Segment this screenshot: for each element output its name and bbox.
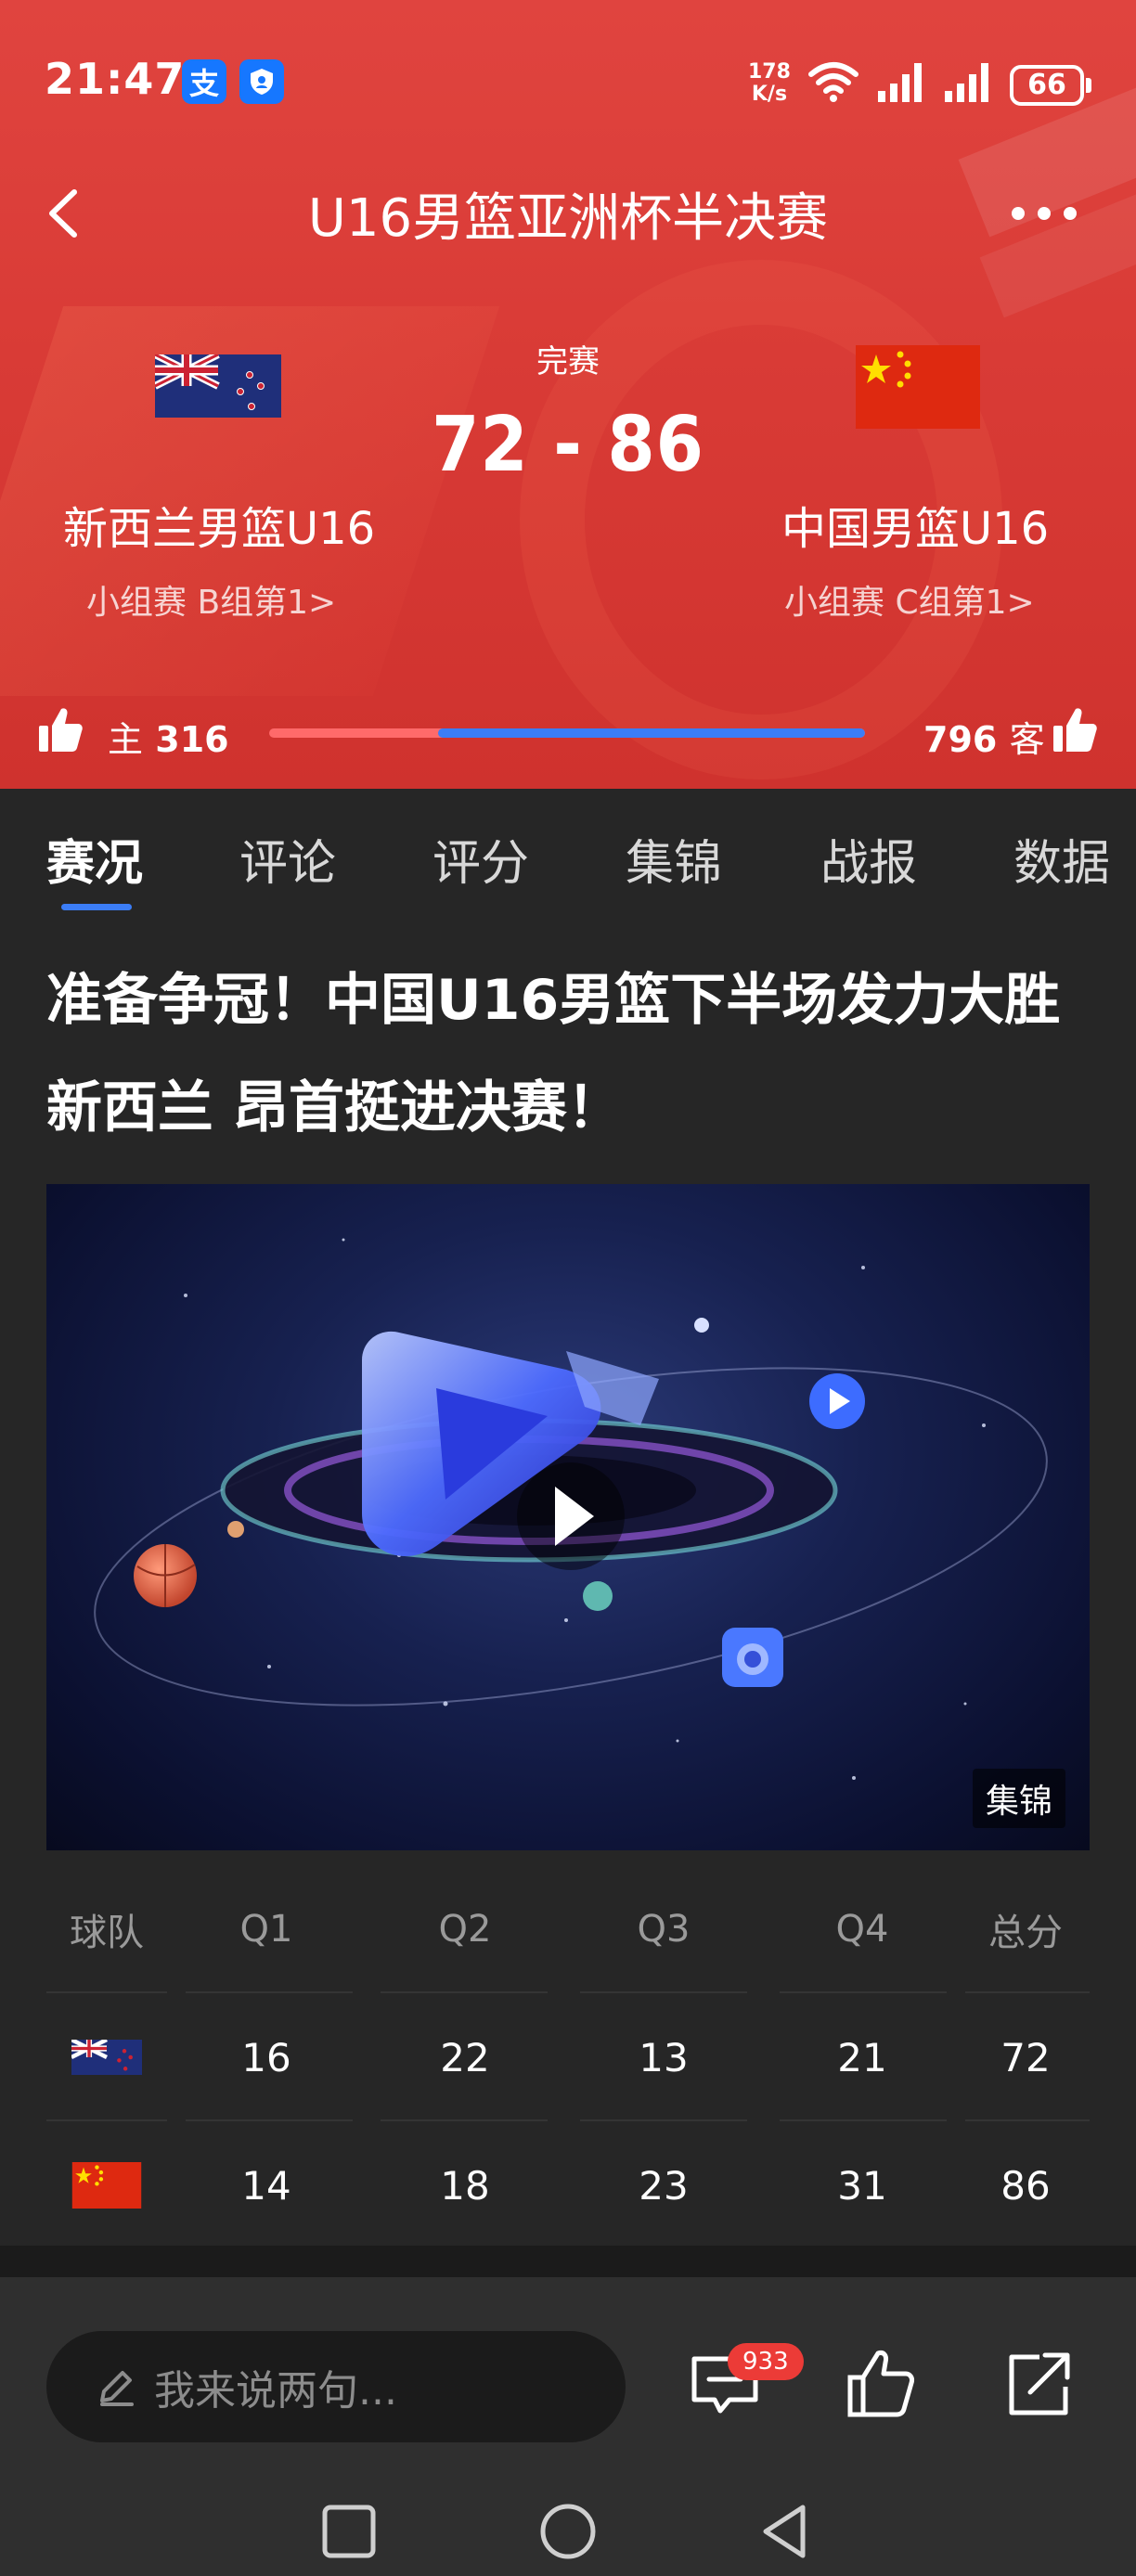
wifi-icon bbox=[808, 62, 858, 102]
home-vote-count: 316 bbox=[155, 719, 229, 760]
battery-indicator: 66 bbox=[1010, 65, 1091, 106]
away-vote-count: 796 bbox=[923, 719, 998, 760]
more-dot-icon bbox=[1012, 207, 1025, 220]
quarter-score-table: 球队 Q1 Q2 Q3 Q4 总分 16 22 13 21 72 14 18 2… bbox=[46, 1865, 1090, 2249]
comment-placeholder: 我来说两句... bbox=[154, 2367, 397, 2415]
table-header-q2: Q2 bbox=[438, 1908, 492, 1951]
total-score-cell: 86 bbox=[1000, 2162, 1051, 2209]
section-divider bbox=[0, 2246, 1136, 2277]
alipay-icon: 支 bbox=[182, 59, 226, 104]
active-tab-indicator bbox=[61, 904, 132, 910]
match-score: 72 - 86 bbox=[432, 401, 704, 489]
status-bar: 21:47 支 178 K/s 66 bbox=[0, 0, 1136, 167]
table-header-row: 球队 Q1 Q2 Q3 Q4 总分 bbox=[46, 1865, 1090, 1993]
comment-input[interactable]: 我来说两句... bbox=[46, 2331, 626, 2442]
home-icon[interactable] bbox=[538, 2502, 598, 2561]
away-team-group-link[interactable]: 小组赛 C组第1> bbox=[784, 575, 1035, 624]
more-dot-icon bbox=[1038, 207, 1051, 220]
new-zealand-flag-icon bbox=[71, 2040, 142, 2075]
match-detail-screen: 21:47 支 178 K/s 66 U16男篮亚洲杯半决赛 完赛 72 - 8… bbox=[0, 0, 1136, 2576]
more-dot-icon bbox=[1064, 207, 1077, 220]
table-header-q1: Q1 bbox=[239, 1908, 293, 1951]
tab-live[interactable]: 赛况 bbox=[46, 824, 143, 894]
chevron-left-icon bbox=[49, 189, 77, 238]
status-time: 21:47 bbox=[45, 54, 186, 104]
score-cell: 16 bbox=[241, 2034, 291, 2080]
score-cell: 31 bbox=[837, 2162, 887, 2209]
score-cell: 21 bbox=[837, 2034, 887, 2080]
total-score-cell: 72 bbox=[1000, 2034, 1051, 2080]
tab-comments[interactable]: 评论 bbox=[239, 824, 336, 894]
more-options-button[interactable] bbox=[1012, 195, 1104, 232]
table-header-q3: Q3 bbox=[637, 1908, 691, 1951]
home-team-group-link[interactable]: 小组赛 B组第1> bbox=[86, 575, 336, 624]
away-vote: 796 客 bbox=[923, 711, 1045, 762]
new-zealand-flag-icon[interactable] bbox=[155, 354, 281, 418]
signal-icon bbox=[945, 63, 988, 102]
home-team-name[interactable]: 新西兰男篮U16 bbox=[63, 492, 375, 557]
table-header-total: 总分 bbox=[988, 1912, 1063, 1954]
page-title: U16男篮亚洲杯半决赛 bbox=[307, 188, 829, 249]
highlight-video[interactable]: 集锦 bbox=[46, 1184, 1090, 1850]
home-thumbs-up-icon[interactable] bbox=[37, 705, 84, 753]
back-button[interactable] bbox=[37, 181, 93, 246]
signal-icon bbox=[878, 63, 922, 102]
comment-count-badge: 933 bbox=[728, 2343, 804, 2380]
pencil-icon bbox=[100, 2371, 134, 2406]
tab-report[interactable]: 战报 bbox=[820, 824, 917, 894]
recent-apps-icon[interactable] bbox=[319, 2502, 379, 2561]
vote-ratio-bar bbox=[269, 728, 865, 738]
score-cell: 18 bbox=[440, 2162, 490, 2209]
home-vote: 主 316 bbox=[108, 711, 229, 762]
network-speed: 178 K/s bbox=[748, 61, 791, 106]
tab-bar: 赛况 评论 评分 集锦 战报 数据 bbox=[0, 789, 1136, 910]
network-speed-value: 178 bbox=[748, 60, 791, 84]
away-vote-label: 客 bbox=[1009, 719, 1045, 760]
highlights-tag: 集锦 bbox=[972, 1769, 1065, 1828]
away-team-name[interactable]: 中国男篮U16 bbox=[781, 492, 1049, 557]
match-header: 21:47 支 178 K/s 66 U16男篮亚洲杯半决赛 完赛 72 - 8… bbox=[0, 0, 1136, 789]
table-row: 16 22 13 21 72 bbox=[46, 1993, 1090, 2121]
match-status: 完赛 bbox=[536, 343, 600, 380]
tab-stats[interactable]: 数据 bbox=[1013, 824, 1110, 894]
table-row: 14 18 23 31 86 bbox=[46, 2121, 1090, 2249]
score-cell: 13 bbox=[639, 2034, 689, 2080]
article-headline[interactable]: 准备争冠！中国U16男篮下半场发力大胜新西兰 昂首挺进决赛！ bbox=[46, 947, 1095, 1162]
score-cell: 14 bbox=[241, 2162, 291, 2209]
back-nav-icon[interactable] bbox=[756, 2502, 816, 2561]
table-header-q4: Q4 bbox=[835, 1908, 889, 1951]
shield-icon bbox=[239, 59, 284, 104]
home-vote-label: 主 bbox=[108, 719, 144, 760]
system-nav-bar bbox=[0, 2483, 1136, 2576]
tab-ratings[interactable]: 评分 bbox=[432, 824, 529, 894]
video-thumbnail-art bbox=[94, 1238, 1048, 1780]
network-speed-unit: K/s bbox=[751, 83, 788, 106]
score-cell: 23 bbox=[639, 2162, 689, 2209]
away-vote-fill bbox=[438, 728, 865, 738]
share-icon[interactable] bbox=[1002, 2348, 1075, 2420]
tab-highlights[interactable]: 集锦 bbox=[626, 824, 722, 894]
china-flag-icon[interactable] bbox=[856, 345, 980, 429]
team-flag-cell bbox=[46, 1993, 167, 2121]
team-flag-cell bbox=[46, 2121, 167, 2249]
table-header-team: 球队 bbox=[70, 1912, 144, 1954]
score-cell: 22 bbox=[440, 2034, 490, 2080]
away-thumbs-up-icon[interactable] bbox=[1052, 705, 1098, 753]
thumbs-up-icon[interactable] bbox=[845, 2348, 917, 2420]
china-flag-icon bbox=[71, 2162, 142, 2209]
